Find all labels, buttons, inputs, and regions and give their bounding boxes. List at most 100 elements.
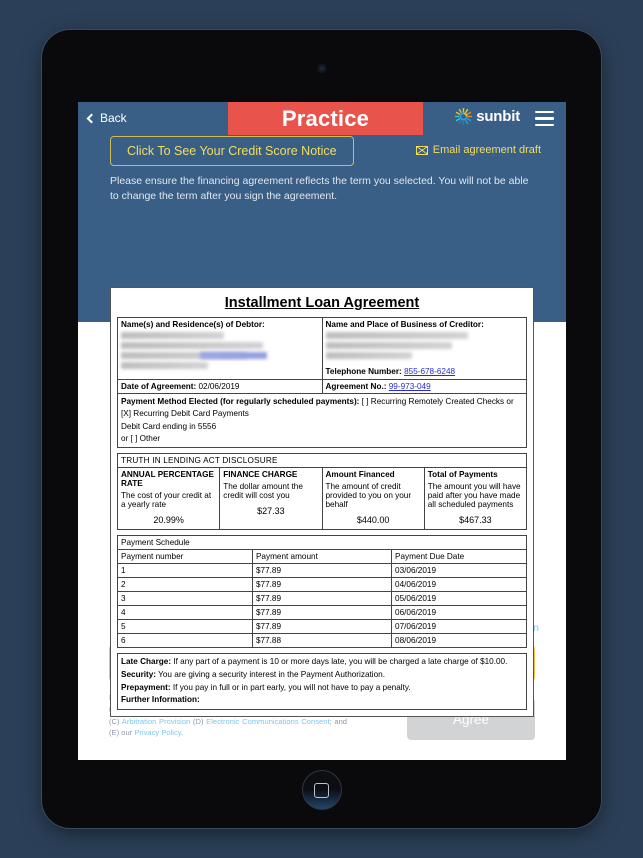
telephone-label: Telephone Number: [325,367,402,376]
table-row: TRUTH IN LENDING ACT DISCLOSURE [117,453,527,469]
debtor-cell: Name(s) and Residence(s) of Debtor: [117,317,323,380]
consent-part-4: . [181,728,184,738]
tila-description: The cost of your credit at a yearly rate [121,491,212,510]
telephone-number[interactable]: 855-678-6248 [404,367,455,376]
cell-payment-due-date: 04/06/2019 [391,577,527,593]
redacted-debtor-zip [200,352,268,359]
cell-payment-amount: $77.89 [251,563,393,579]
consent-part-2: (D) [190,716,207,726]
payment-method-line2: Debit Card ending in 5556 [121,421,217,431]
cell-payment-amount: $77.89 [251,577,393,593]
cell-payment-due-date: 06/06/2019 [391,605,527,621]
loan-agreement-document: Installment Loan Agreement Name(s) and R… [110,287,534,717]
table-row: ANNUAL PERCENTAGE RATE The cost of your … [116,467,528,531]
home-button[interactable] [301,770,342,810]
tila-heading: FINANCE CHARGE [223,470,298,480]
legal-terms-table: Late Charge: If any part of a payment is… [117,653,527,710]
tila-title: TRUTH IN LENDING ACT DISCLOSURE [117,453,527,469]
back-button[interactable]: Back [78,111,127,125]
tila-heading: Total of Payments [427,470,498,480]
cell-payment-number: 2 [117,577,253,593]
credit-score-notice-button[interactable]: Click To See Your Credit Score Notice [110,136,354,166]
late-charge-label: Late Charge: [121,657,172,667]
table-row: 2 $77.89 04/06/2019 [117,577,527,593]
creditor-cell: Name and Place of Business of Creditor: … [321,317,527,380]
tila-value: $27.33 [257,506,285,517]
security-text: You are giving a security interest in th… [156,669,385,679]
payment-method-cell: Payment Method Elected (for regularly sc… [117,392,527,449]
tila-value: 20.99% [153,515,184,526]
tila-heading: Amount Financed [325,470,395,480]
top-navigation-bar: Back Practice sunbit [78,102,566,135]
email-draft-label: Email agreement draft [432,144,541,156]
tila-column-finance-charge: FINANCE CHARGE The dollar amount the cre… [219,467,323,531]
table-row: Payment Method Elected (for regularly sc… [117,392,527,449]
payment-schedule-title: Payment Schedule [117,535,527,551]
brand-name: sunbit [476,108,520,125]
cell-payment-number: 4 [117,605,253,621]
security-label: Security: [121,669,157,679]
sunburst-icon [455,108,473,125]
table-row: Date of Agreement: 02/06/2019 Agreement … [117,379,527,394]
agreement-no-cell: Agreement No.: 99-973-049 [321,379,527,394]
cell-payment-amount: $77.88 [251,633,393,649]
document-title: Installment Loan Agreement [224,295,420,311]
redacted-creditor-address [325,342,452,349]
redacted-creditor-city [325,352,413,359]
cell-payment-number: 1 [117,563,253,579]
arbitration-provision-link[interactable]: Arbitration Provision [122,717,191,726]
tila-heading: ANNUAL PERCENTAGE RATE [121,470,214,489]
agreement-no-label: Agreement No.: [325,382,387,391]
table-row: 5 $77.89 07/06/2019 [117,619,527,635]
cell-payment-amount: $77.89 [251,605,393,621]
cell-payment-number: 6 [117,633,253,649]
electronic-communications-consent-link[interactable]: Electronic Communications Consent [206,717,329,726]
cell-payment-due-date: 03/06/2019 [391,563,527,579]
home-square-icon [314,782,329,798]
table-row: Payment Schedule [117,535,527,551]
table-row: 3 $77.89 05/06/2019 [117,591,527,607]
column-header-payment-number: Payment number [117,549,253,565]
credit-notice-row: Click To See Your Credit Score Notice Em… [78,136,566,170]
table-row: 6 $77.88 08/06/2019 [117,633,527,649]
tila-value: $440.00 [356,515,390,526]
envelope-icon [415,145,428,155]
chevron-left-icon [86,113,97,123]
tila-value: $467.33 [459,515,492,526]
agreement-no-value[interactable]: 99-973-049 [389,382,431,391]
date-value: 02/06/2019 [198,382,240,391]
redacted-debtor-email [121,362,208,369]
front-camera [318,65,325,72]
term-notice-text: Please ensure the financing agreement re… [110,175,529,203]
practice-mode-banner: Practice [228,102,423,135]
hamburger-menu-icon[interactable] [535,111,554,126]
cell-payment-due-date: 08/06/2019 [391,633,527,649]
cell-payment-number: 5 [117,619,253,635]
creditor-header: Name and Place of Business of Creditor: [325,320,484,329]
table-header-row: Payment number Payment amount Payment Du… [117,549,527,565]
table-row: 1 $77.89 03/06/2019 [117,563,527,579]
app-screen: Back Practice sunbit Click To See Your C… [78,102,566,760]
further-information-label: Further Information: [121,695,200,705]
table-row: Late Charge: If any part of a payment is… [117,653,527,710]
cell-payment-amount: $77.89 [251,591,393,607]
prepayment-label: Prepayment: [121,682,171,692]
tila-column-amount-financed: Amount Financed The amount of credit pro… [321,467,425,531]
tila-description: The amount you will have paid after you … [427,482,521,510]
cell-payment-amount: $77.89 [251,619,393,635]
redacted-debtor-name [121,332,224,339]
payment-schedule-table: Payment Schedule Payment number Payment … [117,535,527,649]
tila-description: The amount of credit provided to you on … [325,482,412,510]
email-agreement-draft-link[interactable]: Email agreement draft [415,144,541,156]
cell-payment-number: 3 [117,591,253,607]
table-row: 4 $77.89 06/06/2019 [117,605,527,621]
payment-method-line3: or [ ] Other [121,433,161,443]
tila-column-total-payments: Total of Payments The amount you will ha… [423,467,528,531]
table-row: Name(s) and Residence(s) of Debtor: Name… [117,317,527,380]
redacted-debtor-address [121,342,264,349]
date-cell: Date of Agreement: 02/06/2019 [117,379,323,394]
privacy-policy-link[interactable]: Privacy Policy [134,728,181,737]
legal-terms-cell: Late Charge: If any part of a payment is… [117,653,527,710]
tila-disclosure-table: TRUTH IN LENDING ACT DISCLOSURE ANNUAL P… [116,453,528,531]
late-charge-text: If any part of a payment is 10 or more d… [171,657,508,667]
